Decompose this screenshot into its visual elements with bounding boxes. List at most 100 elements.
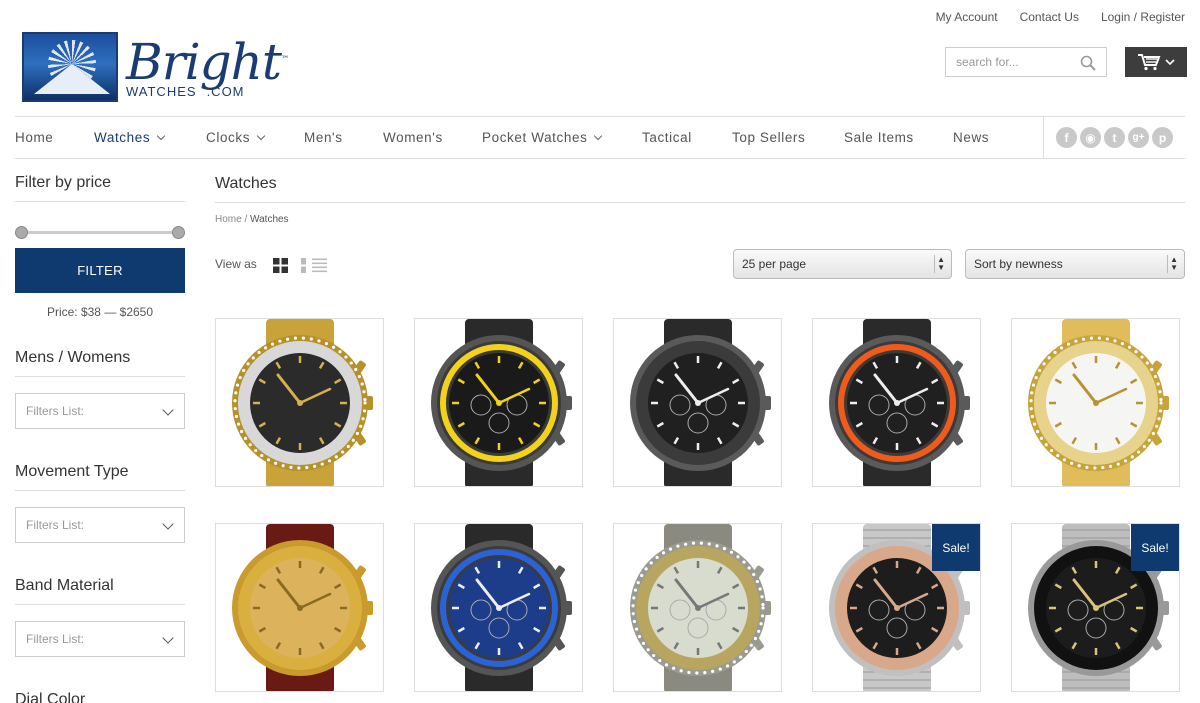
nav-item-clocks[interactable]: Clocks	[206, 130, 266, 145]
chevron-down-icon	[594, 131, 603, 140]
watch-image	[232, 319, 373, 486]
product-tile[interactable]	[215, 523, 384, 692]
google-plus-icon[interactable]: g+	[1128, 127, 1149, 148]
nav-item-men-s[interactable]: Men's	[304, 130, 343, 145]
login-register-link[interactable]: Login / Register	[1101, 10, 1185, 24]
twitter-icon[interactable]: t	[1104, 127, 1125, 148]
logo-mountain-icon	[22, 32, 118, 102]
contact-us-link[interactable]: Contact Us	[1020, 10, 1079, 24]
product-tile[interactable]	[613, 318, 782, 487]
sort-select[interactable]: Sort by newness ▲ ▼	[965, 249, 1185, 279]
nav-item-label: Pocket Watches	[482, 130, 588, 145]
page-title: Watches	[215, 175, 277, 192]
nav-item-news[interactable]: News	[953, 130, 989, 145]
nav-item-watches[interactable]: Watches	[94, 130, 166, 145]
per-page-value: 25 per page	[742, 257, 807, 271]
search-box	[945, 47, 1107, 77]
logo-name: Bright	[126, 32, 282, 91]
main-nav: Home Watches Clocks Men's Women's Pocket Watc…	[15, 116, 1185, 159]
search-input[interactable]	[956, 55, 1076, 69]
nav-item-top-sellers[interactable]: Top Sellers	[732, 130, 805, 145]
filters-list-select[interactable]: Filters List:	[15, 507, 185, 543]
sale-badge: Sale!	[1131, 524, 1179, 571]
per-page-select[interactable]: 25 per page ▲ ▼	[733, 249, 952, 279]
site-logo[interactable]: Bright™ WATCHES .COM	[22, 30, 292, 104]
my-account-link[interactable]: My Account	[936, 10, 998, 24]
nav-item-label: Watches	[94, 130, 151, 145]
nav-item-label: Home	[15, 130, 54, 145]
filter-by-price-heading: Filter by price	[15, 174, 185, 202]
pinterest-icon[interactable]: p	[1152, 127, 1173, 148]
nav-item-women-s[interactable]: Women's	[383, 130, 443, 145]
breadcrumb: Home / Watches	[215, 214, 289, 225]
chevron-down-icon	[162, 632, 174, 644]
chevron-down-icon	[162, 404, 174, 416]
product-tile[interactable]	[1011, 318, 1180, 487]
chevron-down-icon	[156, 131, 166, 140]
nav-item-tactical[interactable]: Tactical	[642, 130, 692, 145]
nav-item-sale-items[interactable]: Sale Items	[844, 130, 914, 145]
rss-icon[interactable]: ◉	[1080, 127, 1101, 148]
cart-icon	[1138, 54, 1161, 71]
breadcrumb-home[interactable]: Home	[215, 214, 242, 225]
filter-button[interactable]: FILTER	[15, 248, 185, 293]
nav-item-pocket-watches[interactable]: Pocket Watches	[482, 130, 603, 145]
nav-item-label: Clocks	[206, 130, 251, 145]
logo-sub-watches: WATCHES	[126, 83, 197, 99]
filters-list-select[interactable]: Filters List:	[15, 393, 185, 429]
logo-wordmark: Bright™ WATCHES .COM	[126, 37, 289, 99]
nav-item-label: Women's	[383, 130, 443, 145]
watch-image	[630, 319, 771, 486]
filters-list-placeholder: Filters List:	[26, 518, 85, 532]
logo-tm: ™	[280, 53, 289, 63]
nav-item-home[interactable]: Home	[15, 130, 53, 145]
product-tile[interactable]	[414, 318, 583, 487]
filter-heading-movement-type: Movement Type	[15, 463, 185, 491]
filter-heading-band-material: Band Material	[15, 577, 185, 605]
price-slider[interactable]	[15, 226, 185, 239]
select-arrows-icon: ▲ ▼	[937, 255, 945, 272]
watch-image	[431, 524, 572, 691]
title-divider	[215, 202, 1185, 203]
watch-image	[829, 319, 970, 486]
filters-list-placeholder: Filters List:	[26, 404, 85, 418]
facebook-icon[interactable]: f	[1056, 127, 1077, 148]
select-arrows-icon: ▲ ▼	[1170, 255, 1178, 272]
filters-list-placeholder: Filters List:	[26, 632, 85, 646]
watch-image	[630, 524, 771, 691]
nav-item-label: Men's	[304, 130, 343, 145]
price-range-text: Price: $38 — $2650	[46, 305, 154, 319]
cart-button[interactable]	[1125, 47, 1187, 77]
product-tile[interactable]: Sale!	[1011, 523, 1180, 692]
watch-image	[232, 524, 373, 691]
nav-item-label: Top Sellers	[732, 130, 806, 145]
social-links: f ◉ t g+ p	[1043, 117, 1185, 158]
product-tile[interactable]: Sale!	[812, 523, 981, 692]
grid-view-icon[interactable]	[273, 258, 288, 273]
chevron-down-icon	[256, 131, 266, 140]
top-links: My Account Contact Us Login / Register	[936, 10, 1185, 24]
price-slider-max-handle[interactable]	[172, 226, 185, 239]
search-icon[interactable]	[1080, 55, 1096, 71]
nav-item-label: Tactical	[642, 130, 692, 145]
filters-list-select[interactable]: Filters List:	[15, 621, 185, 657]
list-view-icon[interactable]	[301, 258, 327, 273]
product-tile[interactable]	[812, 318, 981, 487]
chevron-down-icon	[162, 518, 174, 530]
product-tile[interactable]	[414, 523, 583, 692]
sale-badge: Sale!	[932, 524, 980, 571]
view-as-label: View as	[215, 257, 257, 271]
product-tile[interactable]	[613, 523, 782, 692]
logo-sub-com: .COM	[206, 83, 245, 99]
watch-image	[431, 319, 572, 486]
chevron-down-icon	[1165, 59, 1175, 66]
price-slider-min-handle[interactable]	[15, 226, 28, 239]
breadcrumb-separator: /	[241, 214, 251, 225]
sort-value: Sort by newness	[974, 257, 1063, 271]
nav-item-label: News	[953, 130, 990, 145]
watch-image	[1028, 319, 1169, 486]
sidebar: Filter by price FILTER Price: $38 — $265…	[15, 160, 185, 703]
nav-item-label: Sale Items	[844, 130, 914, 145]
price-slider-track	[21, 231, 179, 234]
product-tile[interactable]	[215, 318, 384, 487]
